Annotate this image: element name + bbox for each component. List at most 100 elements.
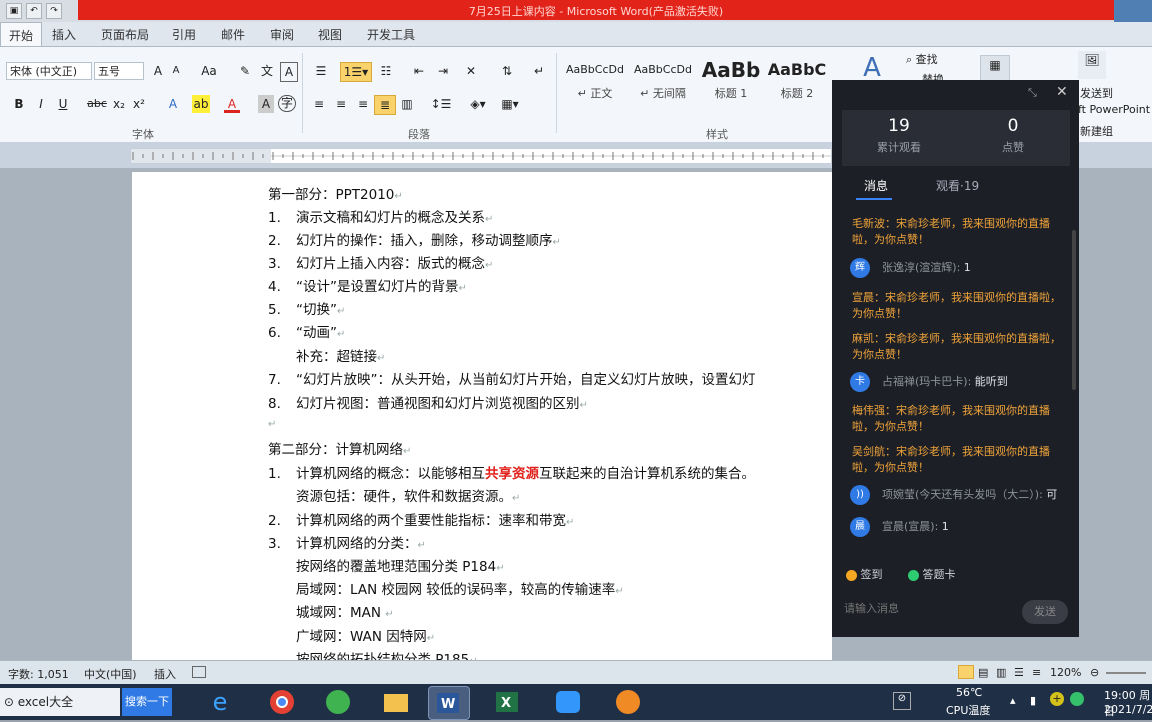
phonetic-icon[interactable]: 文 [258,62,276,80]
horizontal-ruler[interactable] [130,148,832,164]
bullets-icon[interactable]: ☰ [310,62,332,80]
zoom-slider[interactable] [1106,672,1146,674]
document-line[interactable]: 8. 幻灯片视图：普通视图和幻灯片浏览视图的区别↵ [268,392,588,412]
justify-icon[interactable]: ≣ [374,95,396,115]
document-line[interactable]: 2. 计算机网络的两个重要性能指标：速率和带宽↵ [268,509,574,529]
web-layout-icon[interactable]: ▥ [996,666,1006,679]
tab-references[interactable]: 引用 [172,26,196,43]
document-line[interactable]: 6. “动画”↵ [268,321,345,341]
underline-icon[interactable]: U [56,95,70,113]
tab-mailings[interactable]: 邮件 [221,26,245,43]
sort-icon[interactable]: ⇅ [498,62,516,80]
close-icon[interactable]: ✕ [1056,84,1068,100]
document-line[interactable]: 局域网：LAN 校园网 较低的误码率，较高的传输速率↵ [268,578,624,598]
italic-icon[interactable]: I [34,95,48,113]
send-button[interactable]: 发送 [1022,600,1068,624]
document-line[interactable]: 1. 演示文稿和幻灯片的概念及关系↵ [268,206,493,226]
style-no-spacing[interactable]: AaBbCcDd ↵ 无间隔 [630,55,696,111]
decrease-indent-icon[interactable]: ⇤ [410,62,428,80]
shrink-font-icon[interactable]: A [168,62,184,80]
document-line[interactable]: 5. “切换”↵ [268,298,345,318]
zoom-level[interactable]: 120% [1050,666,1081,679]
outline-icon[interactable]: ☰ [1014,666,1024,679]
redo-icon[interactable]: ↷ [46,3,62,19]
save-icon[interactable]: ▣ [6,3,22,19]
strikethrough-icon[interactable]: abc [86,95,108,113]
document-line[interactable]: 3. 计算机网络的分类：↵ [268,532,426,552]
document-line[interactable]: 广域网：WAN 因特网↵ [268,625,435,645]
numbering-icon[interactable]: 1☰▾ [340,62,372,82]
chat-scrollbar[interactable] [1072,230,1076,390]
distributed-icon[interactable]: ▥ [398,95,416,113]
bold-icon[interactable]: B [12,95,26,113]
change-case-icon[interactable]: Aa [198,62,220,80]
tab-insert[interactable]: 插入 [52,26,76,43]
text-effect-icon[interactable]: A [164,95,182,113]
tab-messages[interactable]: 消息 [864,177,888,194]
dingtalk-icon[interactable] [548,686,588,718]
char-border-icon[interactable]: A [280,62,298,82]
clear-format-icon[interactable]: ✎ [236,62,254,80]
chinese-layout-icon[interactable]: ✕ [460,62,482,80]
draft-icon[interactable]: ≡ [1032,666,1041,679]
language-indicator[interactable]: 中文(中国) [84,666,137,682]
document-line[interactable]: 按网络的覆盖地理范围分类 P184↵ [268,555,505,575]
increase-indent-icon[interactable]: ⇥ [434,62,452,80]
line-spacing-icon[interactable]: ↕☰ [430,95,452,113]
file-explorer-icon[interactable] [376,686,416,718]
document-line[interactable]: 4. “设计”是设置幻灯片的背景↵ [268,275,467,295]
word-count[interactable]: 字数: 1,051 [8,666,69,682]
tray-app-icon[interactable]: ⊘ [893,692,911,710]
document-line[interactable]: 3. 幻灯片上插入内容：版式的概念↵ [268,252,493,272]
search-button[interactable]: 搜索一下 [122,688,172,716]
superscript-icon[interactable]: x² [132,95,146,113]
align-right-icon[interactable]: ≡ [354,95,372,113]
tab-developer[interactable]: 开发工具 [367,26,415,43]
show-marks-icon[interactable]: ↵ [530,62,548,80]
macro-icon[interactable] [192,666,206,678]
document-line[interactable]: 1. 计算机网络的概念：以能够相互共享资源互联起来的自治计算机系统的集合。 [268,462,755,482]
browser-360-icon[interactable] [318,686,358,718]
print-layout-icon[interactable] [958,665,974,679]
char-shading-icon[interactable]: A [258,95,274,113]
word-icon[interactable]: W [428,686,470,720]
multilevel-list-icon[interactable]: ☷ [374,62,398,80]
font-color-icon[interactable]: A [224,95,240,113]
subscript-icon[interactable]: x₂ [112,95,126,113]
shading-icon[interactable]: ◈▾ [466,95,490,113]
document-line[interactable]: 第二部分：计算机网络↵ [268,438,411,458]
style-heading-1[interactable]: AaBb 标题 1 [698,55,764,111]
enclose-char-icon[interactable]: 字 [278,95,296,112]
align-left-icon[interactable]: ≡ [310,95,328,113]
document-line[interactable]: 城域网：MAN ↵ [268,601,394,621]
align-center-icon[interactable]: ≡ [332,95,350,113]
document-line[interactable]: 7. “幻灯片放映”：从头开始，从当前幻灯片开始，自定义幻灯片放映，设置幻灯 [268,368,756,388]
send-to-powerpoint-label[interactable]: ft PowerPoint [1078,101,1152,119]
record-icon[interactable] [608,686,648,718]
ie-icon[interactable]: e [200,686,240,718]
excel-taskbar-item[interactable]: ⊙ excel大全 [0,688,120,716]
tab-viewers[interactable]: 观看·19 [936,177,979,194]
document-line[interactable]: 第一部分：PPT2010↵ [268,183,403,203]
style-heading-2[interactable]: AaBbC 标题 2 [764,55,830,111]
window-controls[interactable] [1114,0,1152,22]
document-line[interactable]: ↵ [268,415,276,431]
undo-icon[interactable]: ↶ [26,3,42,19]
minimize-icon[interactable]: ⤡ [1028,86,1037,100]
document-line[interactable]: 补充：超链接↵ [268,345,385,365]
tab-view[interactable]: 视图 [318,26,342,43]
chrome-icon[interactable] [262,686,302,718]
style-normal[interactable]: AaBbCcDd ↵ 正文 [562,55,628,111]
tab-home[interactable]: 开始 [0,22,43,46]
highlight-icon[interactable]: ab [192,95,210,113]
full-screen-icon[interactable]: ▤ [978,666,988,679]
find-button[interactable]: ⌕ 查找 [906,51,962,69]
document-line[interactable]: 资源包括：硬件，软件和数据资源。↵ [268,485,520,505]
borders-icon[interactable]: ▦▾ [498,95,522,113]
document-line[interactable]: 2. 幻灯片的操作：插入，删除，移动调整顺序↵ [268,229,561,249]
excel-icon[interactable]: X [488,686,528,718]
grow-font-icon[interactable]: A [148,62,168,80]
tray-arrow-icon[interactable]: ▴ [1010,694,1016,707]
powerpoint-icon[interactable]: 🖼 [1078,51,1106,79]
message-input[interactable]: 请输入消息 [844,600,899,616]
